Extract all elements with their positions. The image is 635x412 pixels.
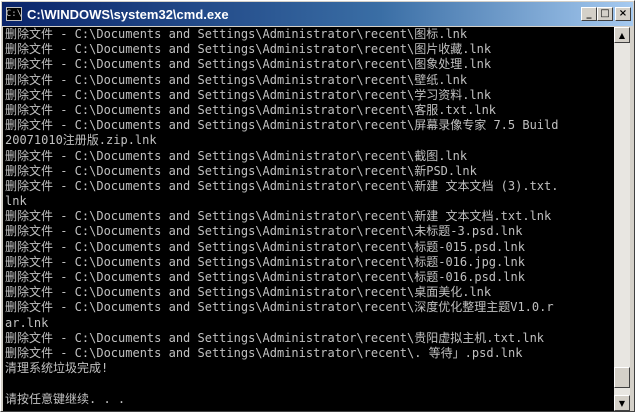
console-line: 删除文件 - C:\Documents and Settings\Adminis… xyxy=(5,224,523,239)
console-line: 删除文件 - C:\Documents and Settings\Adminis… xyxy=(5,285,492,300)
console-line: 删除文件 - C:\Documents and Settings\Adminis… xyxy=(5,57,492,72)
cmd-icon[interactable]: C:\ xyxy=(6,7,22,21)
console-line: lnk xyxy=(5,194,27,209)
console-line: 删除文件 - C:\Documents and Settings\Adminis… xyxy=(5,102,497,117)
console-line: 20071010注册版.zip.lnk xyxy=(5,133,157,148)
console-line: 删除文件 - C:\Documents and Settings\Adminis… xyxy=(5,72,468,87)
vertical-scrollbar[interactable]: ▲ ▼ xyxy=(614,27,630,411)
maximize-button[interactable]: □ xyxy=(597,7,613,21)
console-line: 删除文件 - C:\Documents and Settings\Adminis… xyxy=(5,209,552,224)
scroll-thumb[interactable] xyxy=(614,367,630,388)
console-window: C:\ C:\WINDOWS\system32\cmd.exe _ □ × 删除… xyxy=(0,0,635,412)
console-line: 删除文件 - C:\Documents and Settings\Adminis… xyxy=(5,239,525,254)
minimize-button[interactable]: _ xyxy=(581,7,597,21)
console-line: 删除文件 - C:\Documents and Settings\Adminis… xyxy=(5,148,468,163)
window-title: C:\WINDOWS\system32\cmd.exe xyxy=(27,6,229,22)
arrow-up-icon: ▲ xyxy=(618,30,626,40)
console-line: 请按任意键继续. . . xyxy=(5,391,126,406)
console-line: 删除文件 - C:\Documents and Settings\Adminis… xyxy=(5,330,545,345)
console-line: 清理系统垃圾完成! xyxy=(5,361,109,376)
console-line: 删除文件 - C:\Documents and Settings\Adminis… xyxy=(5,118,559,133)
console-line: 删除文件 - C:\Documents and Settings\Adminis… xyxy=(5,254,525,269)
console-line: 删除文件 - C:\Documents and Settings\Adminis… xyxy=(5,163,477,178)
console-line: ar.lnk xyxy=(5,315,49,330)
console-line: 删除文件 - C:\Documents and Settings\Adminis… xyxy=(5,42,492,57)
console-output[interactable]: 删除文件 - C:\Documents and Settings\Adminis… xyxy=(3,27,614,411)
scroll-up-button[interactable]: ▲ xyxy=(614,27,630,43)
console-line: 删除文件 - C:\Documents and Settings\Adminis… xyxy=(5,300,554,315)
scroll-down-button[interactable]: ▼ xyxy=(614,395,630,411)
console-line: 删除文件 - C:\Documents and Settings\Adminis… xyxy=(5,178,559,193)
title-bar[interactable]: C:\ C:\WINDOWS\system32\cmd.exe _ □ × xyxy=(2,2,633,26)
arrow-down-icon: ▼ xyxy=(618,398,626,408)
console-line: 删除文件 - C:\Documents and Settings\Adminis… xyxy=(5,270,525,284)
console-line: 删除文件 - C:\Documents and Settings\Adminis… xyxy=(5,345,523,360)
console-line: 删除文件 - C:\Documents and Settings\Adminis… xyxy=(5,27,468,41)
close-button[interactable]: × xyxy=(615,7,631,21)
console-line: 删除文件 - C:\Documents and Settings\Adminis… xyxy=(5,87,492,102)
